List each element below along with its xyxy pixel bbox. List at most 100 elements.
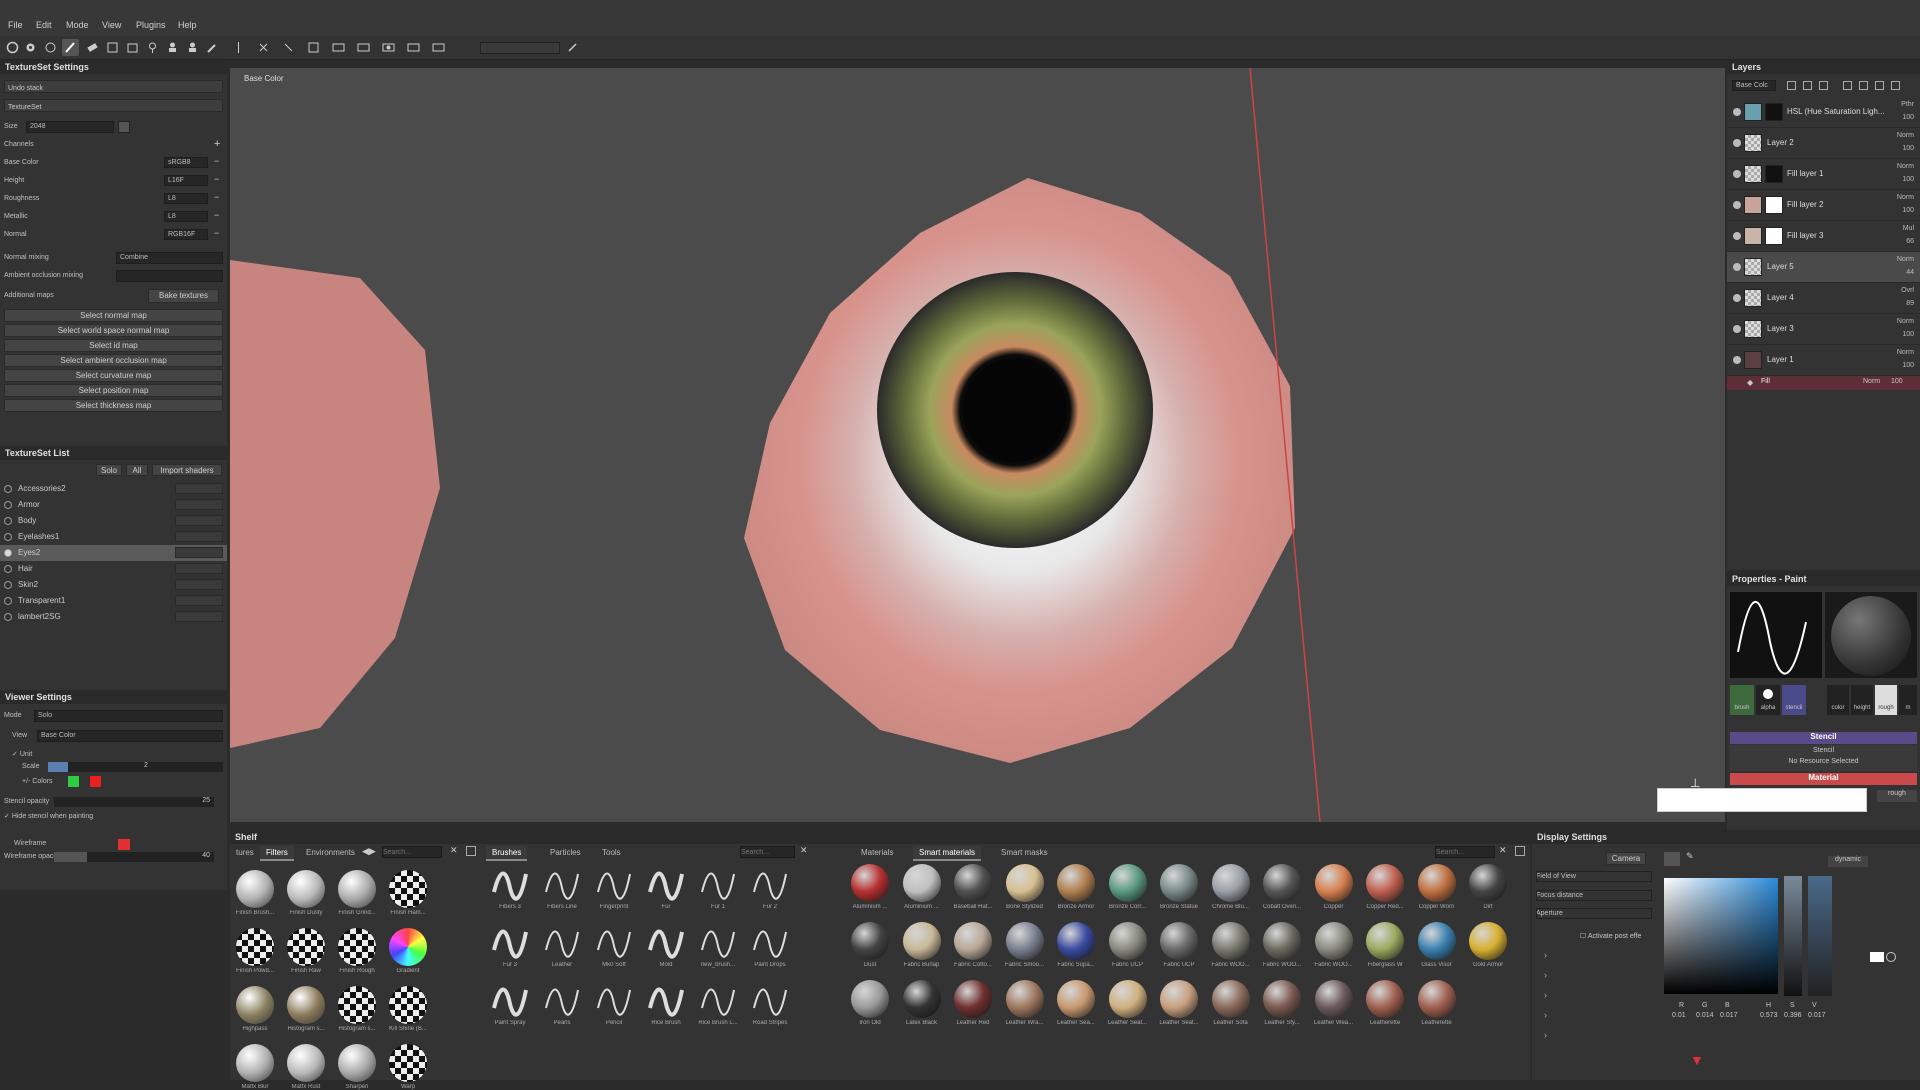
smart-material-thumbnail[interactable] — [1057, 980, 1095, 1018]
smart-material-thumbnail[interactable] — [1417, 922, 1456, 960]
radio-icon[interactable] — [4, 581, 12, 589]
visibility-eye-icon[interactable] — [1733, 263, 1741, 271]
post-effects-checkbox[interactable]: ☐ Activate post effe — [1580, 932, 1641, 940]
import-shaders-button[interactable]: Import shaders — [152, 464, 222, 476]
add-layer-icon[interactable] — [1787, 81, 1796, 90]
brush-thumbnail[interactable] — [696, 980, 740, 1018]
smart-material-thumbnail[interactable] — [1211, 864, 1250, 902]
tab-filters[interactable]: Filters — [260, 846, 294, 861]
textureset-item[interactable]: Eyelashes1 — [0, 529, 227, 545]
shader-dropdown[interactable] — [175, 515, 223, 526]
brush-thumbnail[interactable] — [540, 864, 584, 902]
pick-icon[interactable] — [564, 39, 581, 56]
layer-opacity[interactable]: 89 — [1906, 300, 1914, 307]
menu-edit[interactable]: Edit — [36, 20, 52, 30]
remove-channel-icon[interactable]: − — [214, 228, 219, 238]
shader-dropdown[interactable] — [175, 499, 223, 510]
effect-opacity[interactable]: 100 — [1891, 378, 1903, 385]
color-picker-icon[interactable] — [204, 39, 221, 56]
brush-thumbnail[interactable] — [540, 922, 584, 960]
tab-scroll-arrows-icon[interactable]: ◀▶ — [362, 846, 376, 857]
blend-mode[interactable]: Ovrl — [1901, 287, 1914, 294]
camera-button[interactable]: Camera — [1606, 852, 1646, 865]
size-dropdown[interactable]: 2048 — [26, 121, 114, 133]
smart-material-thumbnail[interactable] — [1417, 864, 1456, 902]
smart-material-thumbnail[interactable] — [1108, 922, 1147, 960]
stencil-opacity-slider[interactable]: 25 — [54, 797, 214, 807]
layer-opacity[interactable]: 44 — [1906, 269, 1914, 276]
brush-thumbnail[interactable] — [592, 922, 636, 960]
smart-material-thumbnail[interactable] — [851, 864, 889, 902]
brush-thumbnail[interactable] — [644, 922, 688, 960]
v-value[interactable]: 0.017 — [1808, 1012, 1826, 1019]
shader-dropdown[interactable] — [175, 483, 223, 494]
material-color-popup[interactable] — [1657, 788, 1867, 812]
layer-row[interactable]: Layer 1 Norm 100 — [1727, 345, 1920, 376]
blend-mode[interactable]: Norm — [1897, 163, 1914, 170]
textureset-item-selected[interactable]: Eyes2 — [0, 545, 227, 561]
radio-icon[interactable] — [4, 533, 12, 541]
collapse-arrow-icon[interactable]: ▼ — [1690, 1052, 1704, 1068]
value-slider[interactable] — [1784, 876, 1802, 996]
menu-plugins[interactable]: Plugins — [136, 20, 166, 30]
visibility-eye-icon[interactable] — [1733, 325, 1741, 333]
layer-row[interactable]: Layer 2 Norm 100 — [1727, 128, 1920, 159]
filters-search-input[interactable] — [382, 846, 442, 858]
wireframe-color-swatch[interactable] — [118, 839, 130, 850]
channel-format-dropdown[interactable]: RGB16F — [164, 229, 208, 240]
polygon-fill-icon[interactable] — [124, 39, 141, 56]
brush-thumbnail[interactable] — [696, 922, 740, 960]
smart-material-thumbnail[interactable] — [1057, 864, 1095, 902]
material-header[interactable]: Material — [1730, 773, 1917, 785]
filter-thumbnail[interactable] — [236, 870, 274, 908]
filter-thumbnail[interactable] — [389, 986, 427, 1024]
delete-icon[interactable] — [1891, 81, 1900, 90]
visibility-eye-icon[interactable] — [1733, 294, 1741, 302]
r-value[interactable]: 0.01 — [1672, 1012, 1686, 1019]
brush-thumbnail[interactable] — [696, 864, 740, 902]
visibility-eye-icon[interactable] — [1733, 232, 1741, 240]
3d-viewport[interactable]: Base Color ⊥ — [230, 68, 1725, 822]
tab-textures[interactable]: tures — [230, 846, 260, 859]
settings-gear-icon[interactable] — [22, 39, 39, 56]
layer-opacity[interactable]: 100 — [1902, 176, 1914, 183]
select-ao-map-button[interactable]: Select ambient occlusion map — [4, 354, 223, 367]
blend-mode[interactable]: Pthr — [1901, 101, 1914, 108]
filter-thumbnail[interactable] — [389, 1044, 427, 1082]
smart-material-thumbnail[interactable] — [954, 980, 992, 1018]
radio-icon[interactable] — [4, 517, 12, 525]
scale-slider[interactable]: 2 — [48, 762, 223, 772]
mirror-y-icon[interactable] — [280, 39, 297, 56]
smart-material-thumbnail[interactable] — [1005, 864, 1044, 902]
layer-row[interactable]: Fill layer 3 Mul 66 — [1727, 221, 1920, 252]
filter-thumbnail[interactable] — [338, 1044, 376, 1082]
filter-thumbnail[interactable] — [287, 1044, 325, 1082]
radio-icon[interactable] — [4, 613, 12, 621]
filter-thumbnail[interactable] — [287, 870, 325, 908]
smart-material-thumbnail[interactable] — [1160, 980, 1198, 1018]
duplicate-icon[interactable] — [1875, 81, 1884, 90]
normal-mixing-dropdown[interactable]: Combine — [116, 252, 223, 264]
expand-arrow-icon[interactable]: › — [1544, 970, 1547, 980]
smart-material-thumbnail[interactable] — [902, 980, 941, 1018]
brush-thumbnail[interactable] — [592, 980, 636, 1018]
tab-particles[interactable]: Particles — [544, 846, 587, 859]
mirror-x-icon[interactable] — [255, 39, 272, 56]
mode-dropdown[interactable]: Solo — [34, 710, 223, 722]
radio-icon[interactable] — [4, 597, 12, 605]
smart-material-thumbnail[interactable] — [1263, 980, 1301, 1018]
material-picker-icon[interactable] — [184, 39, 201, 56]
aperture-slider[interactable] — [1536, 908, 1652, 919]
tab-brushes[interactable]: Brushes — [486, 846, 528, 861]
expand-arrow-icon[interactable]: › — [1544, 990, 1547, 1000]
height-slot[interactable]: height — [1851, 685, 1873, 715]
layer-effect-row[interactable]: ◆ Fill Norm 100 — [1727, 376, 1920, 390]
filter-thumbnail[interactable] — [287, 928, 325, 966]
channel-format-dropdown[interactable]: L8 — [164, 211, 208, 222]
menu-help[interactable]: Help — [178, 20, 197, 30]
h-value[interactable]: 0.573 — [1760, 1012, 1778, 1019]
smart-material-thumbnail[interactable] — [1469, 922, 1507, 960]
rough-slot[interactable]: rough — [1875, 685, 1897, 715]
brush-thumbnail[interactable] — [592, 864, 636, 902]
remove-channel-icon[interactable]: − — [214, 210, 219, 220]
